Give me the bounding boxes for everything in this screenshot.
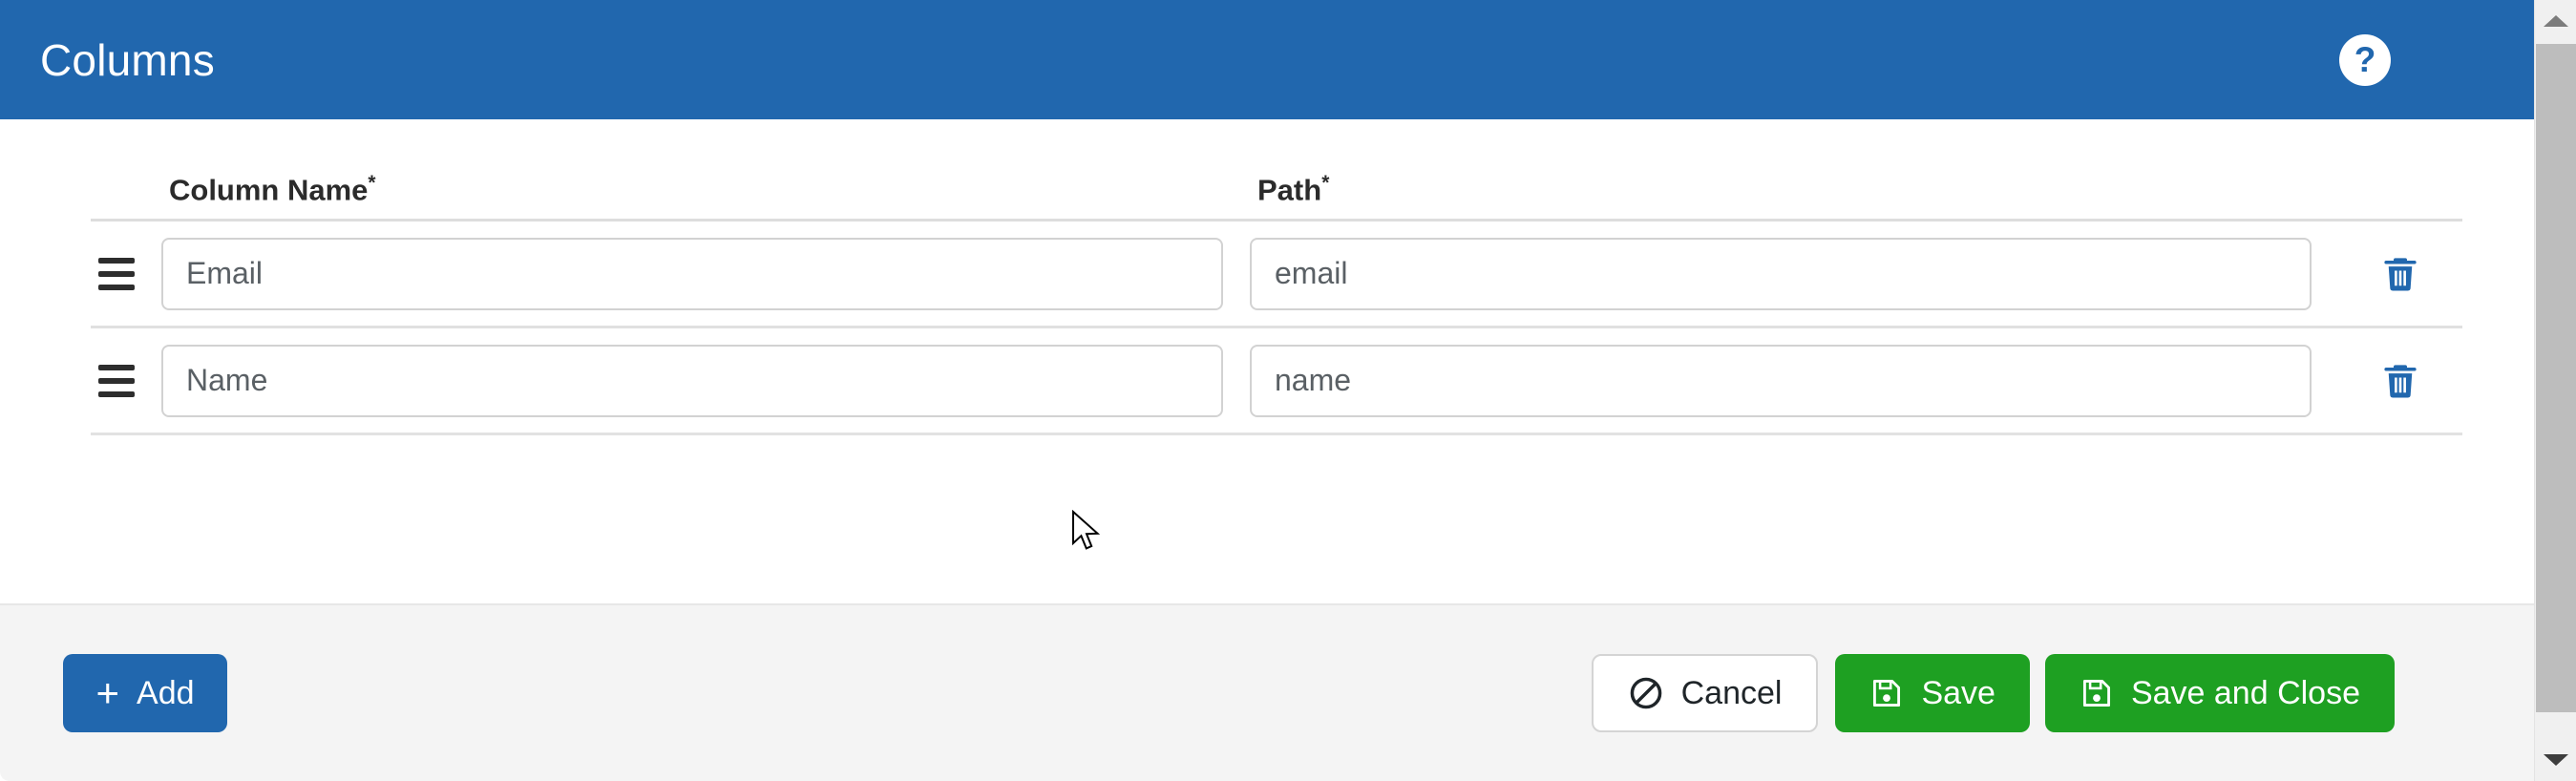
- scrollbar-down-button[interactable]: [2535, 739, 2576, 781]
- cell-column-name: [161, 237, 1250, 310]
- drag-handle-icon[interactable]: [91, 364, 161, 397]
- vertical-scrollbar[interactable]: [2534, 0, 2576, 781]
- path-input[interactable]: [1250, 344, 2312, 417]
- dialog-body: Column Name* Path*: [0, 119, 2534, 603]
- columns-dialog: Columns ? Column Name* Path* Email email…: [0, 0, 2534, 781]
- table-row: [91, 328, 2462, 435]
- column-name-header-label: Column Name: [169, 173, 369, 206]
- save-and-close-button[interactable]: Save and Close: [2044, 654, 2395, 732]
- cell-actions: [2338, 246, 2462, 302]
- chevron-up-icon: [2544, 15, 2568, 27]
- grid-header-column-name: Column Name*: [161, 172, 1250, 219]
- floppy-disk-icon: [2080, 676, 2114, 710]
- cell-path: [1250, 344, 2338, 417]
- column-name-input[interactable]: [161, 237, 1223, 310]
- delete-row-button[interactable]: [2375, 246, 2426, 302]
- drag-handle-icon[interactable]: [91, 257, 161, 290]
- path-input[interactable]: [1250, 237, 2312, 310]
- scrollbar-thumb[interactable]: [2536, 44, 2576, 712]
- add-button[interactable]: + Add: [63, 654, 227, 732]
- trash-icon: [2380, 359, 2420, 403]
- page-title: Columns: [40, 34, 215, 85]
- save-and-close-button-label: Save and Close: [2130, 675, 2360, 711]
- cancel-button-label: Cancel: [1680, 675, 1783, 711]
- help-icon[interactable]: ?: [2339, 33, 2391, 86]
- dialog-header: Columns ?: [0, 0, 2534, 119]
- cell-actions: [2338, 353, 2462, 409]
- column-name-input[interactable]: [161, 344, 1223, 417]
- required-marker: *: [1321, 171, 1330, 194]
- chevron-down-icon: [2544, 754, 2568, 766]
- cell-column-name: [161, 344, 1250, 417]
- required-marker: *: [368, 171, 376, 194]
- floppy-disk-icon: [1869, 676, 1904, 710]
- path-header-label: Path: [1257, 173, 1322, 206]
- save-button-label: Save: [1921, 675, 1995, 711]
- save-button[interactable]: Save: [1835, 654, 2030, 732]
- columns-grid: Column Name* Path*: [91, 119, 2462, 435]
- cell-path: [1250, 237, 2338, 310]
- delete-row-button[interactable]: [2375, 353, 2426, 409]
- grid-header-path: Path*: [1250, 172, 2338, 219]
- plus-icon: +: [95, 670, 120, 716]
- add-button-label: Add: [137, 675, 195, 711]
- app-root: Columns ? Column Name* Path* Email email…: [0, 0, 2576, 781]
- dialog-footer: + Add Cancel Save Save and Close: [0, 603, 2534, 781]
- scrollbar-up-button[interactable]: [2535, 0, 2576, 42]
- cancel-button[interactable]: Cancel: [1591, 654, 1819, 732]
- trash-icon: [2380, 252, 2420, 296]
- grid-header-row: Column Name* Path*: [91, 150, 2462, 222]
- table-row: [91, 222, 2462, 328]
- ban-icon: [1628, 675, 1664, 711]
